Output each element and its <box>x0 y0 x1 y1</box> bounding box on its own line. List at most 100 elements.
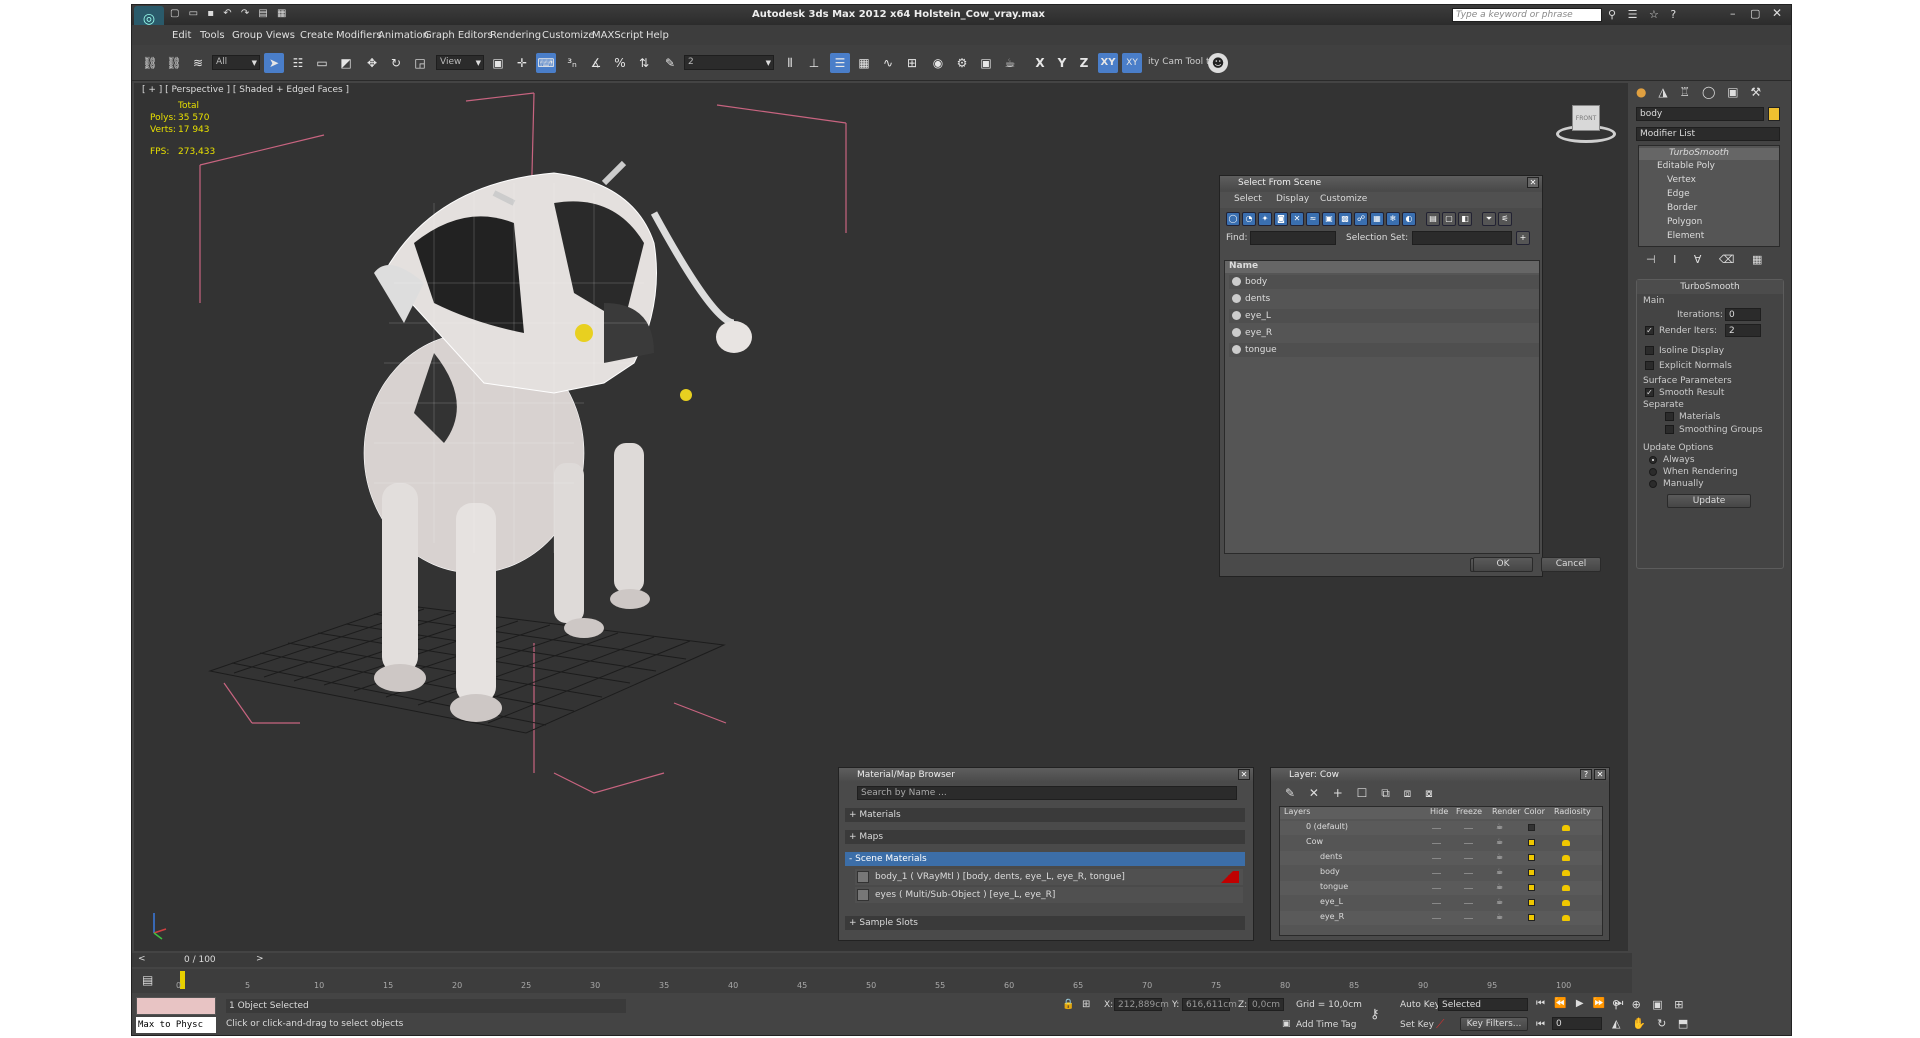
pin-stack-icon[interactable]: ⊣ <box>1646 253 1656 266</box>
maximize-button[interactable]: ▢ <box>1750 7 1760 20</box>
redo-icon[interactable]: ↷ <box>241 8 249 19</box>
zoom-all-icon[interactable]: ⊕ <box>1632 998 1641 1011</box>
freeze-toggle[interactable] <box>1464 843 1473 844</box>
hide-toggle[interactable] <box>1432 828 1441 829</box>
rollout-title[interactable]: TurboSmooth <box>1637 280 1783 294</box>
snaps-toggle-icon[interactable]: ³ₙ <box>562 53 582 73</box>
filter-hidden-icon[interactable]: ◐ <box>1402 212 1416 226</box>
col-render[interactable]: Render <box>1492 807 1520 816</box>
star-icon[interactable]: ☆ <box>1649 8 1659 21</box>
display-none-icon[interactable]: ▢ <box>1442 212 1456 226</box>
z-coord-field[interactable]: 0,0cm <box>1248 998 1284 1011</box>
search-input[interactable]: Type a keyword or phrase <box>1452 8 1602 22</box>
window-crossing-icon[interactable]: ◩ <box>336 53 356 73</box>
radiosity-icon[interactable] <box>1562 825 1570 831</box>
layer-close-button[interactable]: ✕ <box>1594 769 1606 780</box>
radiosity-icon[interactable] <box>1562 900 1570 906</box>
freeze-toggle[interactable] <box>1464 828 1473 829</box>
layer-color-swatch[interactable] <box>1528 824 1535 831</box>
display-invert-icon[interactable]: ◧ <box>1458 212 1472 226</box>
col-color[interactable]: Color <box>1524 807 1545 816</box>
radiosity-icon[interactable] <box>1562 885 1570 891</box>
angle-snap-icon[interactable]: ∡ <box>586 53 606 73</box>
stack-item-edge[interactable]: Edge <box>1667 189 1690 199</box>
menu-maxscript[interactable]: MAXScript <box>592 30 643 41</box>
axis-x-button[interactable]: X <box>1030 53 1050 73</box>
select-menu-customize[interactable]: Customize <box>1320 194 1367 204</box>
render-setup-icon[interactable]: ⚙ <box>952 53 972 73</box>
unlink-icon[interactable]: ⛓ <box>164 53 184 73</box>
object-name-input[interactable]: body <box>1636 107 1764 121</box>
col-radiosity[interactable]: Radiosity <box>1554 807 1591 816</box>
material-editor-icon[interactable]: ◉ <box>928 53 948 73</box>
material-row[interactable]: eyes ( Multi/Sub-Object ) [eye_L, eye_R] <box>855 887 1243 903</box>
filter-helpers-icon[interactable]: ✕ <box>1290 212 1304 226</box>
freeze-toggle[interactable] <box>1464 858 1473 859</box>
schematic-icon[interactable]: ⊞ <box>902 53 922 73</box>
viewcube-face[interactable]: FRONT <box>1572 105 1600 131</box>
freeze-toggle[interactable] <box>1464 888 1473 889</box>
menu-create[interactable]: Create <box>300 30 333 41</box>
link-icon[interactable]: ⛓ <box>140 53 160 73</box>
pivot-icon[interactable]: ▣ <box>488 53 508 73</box>
layer-color-swatch[interactable] <box>1528 869 1535 876</box>
layer-row[interactable]: Cow ☕ <box>1280 836 1602 850</box>
layer-color-swatch[interactable] <box>1528 899 1535 906</box>
render-teapot-icon[interactable]: ☕ <box>1496 882 1503 891</box>
layer-row[interactable]: tongue ☕ <box>1280 881 1602 895</box>
move-icon[interactable]: ✥ <box>362 53 382 73</box>
hierarchy-tab-icon[interactable]: ♖ <box>1679 85 1690 99</box>
modifier-stack[interactable]: TurboSmooth Editable Poly Vertex Edge Bo… <box>1638 145 1780 247</box>
orbit-icon[interactable]: ↻ <box>1657 1017 1666 1030</box>
list-item[interactable]: eye_L <box>1229 309 1539 323</box>
material-row[interactable]: body_1 ( VRayMtl ) [body, dents, eye_L, … <box>855 869 1243 885</box>
material-section-materials[interactable]: + Materials <box>845 808 1245 822</box>
material-section-maps[interactable]: + Maps <box>845 830 1245 844</box>
modifier-list-dropdown[interactable]: Modifier List <box>1636 127 1780 141</box>
iterations-spinner[interactable]: 0 <box>1725 308 1761 321</box>
stack-item-editable-poly[interactable]: Editable Poly <box>1657 161 1715 171</box>
close-button[interactable]: ✕ <box>1772 6 1782 20</box>
curve-editor-mini-icon[interactable]: ▤ <box>142 973 153 987</box>
select-menu-select[interactable]: Select <box>1234 194 1262 204</box>
modify-tab-icon[interactable]: ◮ <box>1658 85 1667 99</box>
rect-selection-icon[interactable]: ▭ <box>312 53 332 73</box>
set-key-button[interactable]: Set Key <box>1400 1020 1434 1030</box>
axis-y-button[interactable]: Y <box>1052 53 1072 73</box>
keyboard-shortcut-icon[interactable]: ⌨ <box>536 53 556 73</box>
hide-toggle[interactable] <box>1432 918 1441 919</box>
material-search-input[interactable]: Search by Name ... <box>857 786 1237 800</box>
rotate-icon[interactable]: ↻ <box>386 53 406 73</box>
object-list[interactable]: Name body dents eye_L eye_R tongue <box>1224 260 1540 554</box>
selset-add-icon[interactable]: + <box>1516 231 1530 245</box>
select-dialog-ok-button[interactable]: OK <box>1473 557 1533 572</box>
time-next-icon[interactable]: > <box>256 954 264 964</box>
smoothing-groups-checkbox[interactable] <box>1665 425 1674 434</box>
hide-toggle[interactable] <box>1432 888 1441 889</box>
select-by-name-icon[interactable]: ☷ <box>288 53 308 73</box>
list-item[interactable]: eye_R <box>1229 326 1539 340</box>
selection-set-dropdown[interactable] <box>1412 231 1512 245</box>
percent-snap-icon[interactable]: % <box>610 53 630 73</box>
display-all-icon[interactable]: ▤ <box>1426 212 1440 226</box>
layer-color-swatch[interactable] <box>1528 839 1535 846</box>
set-key-icon[interactable]: ⟋ <box>1436 1017 1454 1031</box>
layer-row[interactable]: body ☕ <box>1280 866 1602 880</box>
layer-help-button[interactable]: ? <box>1580 769 1592 780</box>
render-teapot-icon[interactable]: ☕ <box>1496 867 1503 876</box>
filter-cameras-icon[interactable]: ◙ <box>1274 212 1288 226</box>
hide-toggle[interactable] <box>1432 873 1441 874</box>
select-dialog-cancel-button[interactable]: Cancel <box>1541 557 1601 572</box>
filter-xrefs-icon[interactable]: ▩ <box>1338 212 1352 226</box>
lock-icon[interactable]: 🔒 <box>1062 999 1074 1010</box>
save-icon[interactable]: ▪ <box>207 8 214 19</box>
time-slider[interactable]: < 0 / 100 > <box>132 953 1632 967</box>
render-teapot-icon[interactable]: ☕ <box>1496 837 1503 846</box>
material-section-scene[interactable]: - Scene Materials <box>845 852 1245 866</box>
material-section-sample-slots[interactable]: + Sample Slots <box>845 916 1245 930</box>
utilities-tab-icon[interactable]: ⚒ <box>1750 85 1761 99</box>
configure-sets-icon[interactable]: ▦ <box>1752 253 1762 266</box>
spinner-snap-icon[interactable]: ⇅ <box>634 53 654 73</box>
stack-item-turbosmooth[interactable]: TurboSmooth <box>1639 148 1779 160</box>
y-coord-field[interactable]: 616,611cm <box>1182 998 1237 1011</box>
